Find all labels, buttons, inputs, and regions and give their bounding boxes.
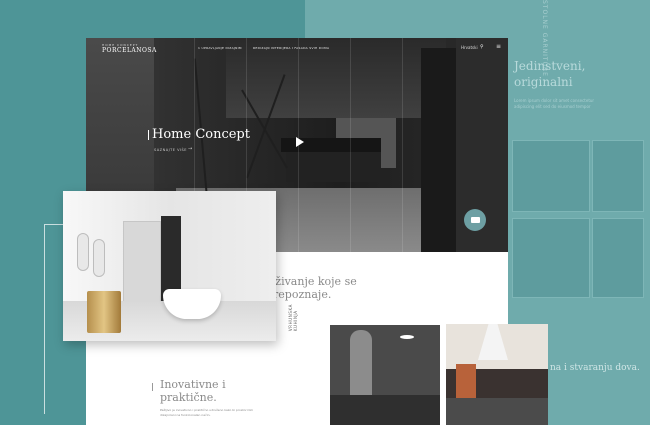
background-thumb-1 (512, 140, 590, 212)
hero-chairs (286, 152, 381, 182)
section-title-line-2: prepoznaje. (266, 288, 332, 301)
innovation-title-line-2: praktične. (160, 391, 217, 404)
bathroom-gold-vanity (87, 291, 121, 333)
kitchen-pendant-light (400, 335, 414, 339)
menu-icon[interactable]: ≡ (496, 43, 501, 50)
bathroom-shower (123, 221, 161, 313)
background-thumb-3 (512, 218, 590, 298)
bathroom-mirror (93, 239, 105, 277)
hero-pillar (421, 48, 456, 252)
kitchen-image-2 (446, 324, 548, 425)
bathroom-image (63, 191, 276, 341)
vertical-label-line-2: KUHINJA (293, 310, 298, 332)
top-navigation: HOME CONCEPT PORCELANOSA 1 UPRAVLJANJE D… (86, 38, 508, 58)
background-thumb-4 (592, 218, 644, 298)
background-body: Lorem ipsum dolor sit amet consectetur a… (514, 98, 595, 109)
grid-line (350, 38, 351, 252)
kitchen-image-1 (330, 325, 440, 425)
chat-button[interactable] (464, 209, 486, 231)
innovation-accent-bar (152, 383, 153, 391)
nav-link-redesign[interactable]: REDIZAJN INTERIJERA I FASADA SVIH DOMA (253, 46, 329, 50)
hero-cta-link[interactable]: SAZNAJTE VIŠE (154, 148, 187, 152)
section-title-line-1: Uživanje koje se (266, 275, 357, 288)
nav-link-design[interactable]: 1 UPRAVLJANJE DIZAJNIM (198, 46, 242, 50)
hero-title: Home Concept (152, 127, 250, 142)
grid-line (402, 38, 403, 252)
language-selector[interactable]: Hrvatski (461, 45, 478, 50)
chat-icon (470, 217, 480, 223)
search-icon[interactable]: ⚲ (480, 44, 484, 50)
background-thumb-2 (592, 140, 644, 212)
bathroom-mirror (77, 233, 89, 271)
section-title: Uživanje koje se prepoznaje. (266, 275, 357, 301)
kitchen-table (330, 395, 440, 425)
background-bottom-text: na i stvaranju dova. (550, 363, 640, 373)
innovation-title-line-1: Inovativne i (160, 378, 226, 391)
vertical-section-label: VRHUNSKA KUHINJA (288, 304, 298, 331)
innovation-title: Inovativne i praktične. (160, 378, 226, 404)
title-accent-bar (148, 130, 149, 140)
innovation-body: Pažljivo je inovativno i praktično udruž… (160, 408, 253, 417)
play-icon[interactable] (296, 137, 304, 147)
background-headline: Jedinstveni, originalni (514, 59, 586, 89)
arrow-right-icon[interactable]: → (188, 146, 192, 152)
logo[interactable]: PORCELANOSA (102, 47, 157, 54)
kitchen-counter (446, 398, 548, 425)
